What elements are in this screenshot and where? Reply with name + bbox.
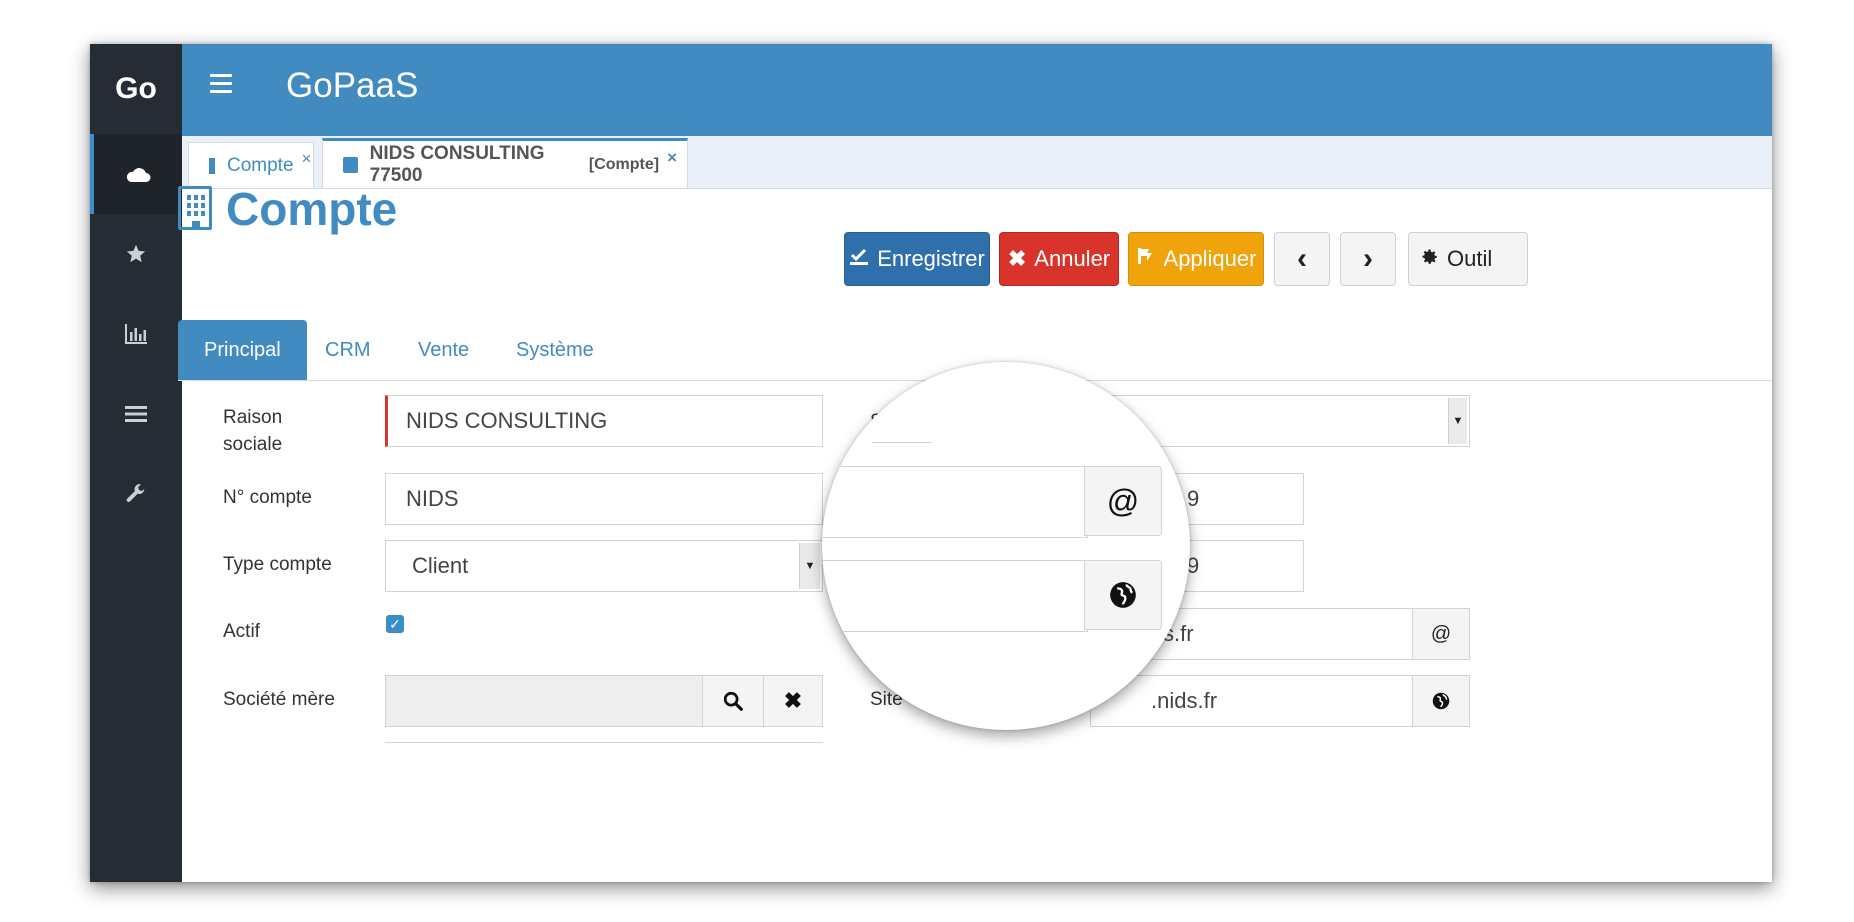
cloud-icon xyxy=(126,168,151,182)
globe-icon xyxy=(1110,582,1136,608)
apply-label: Appliquer xyxy=(1163,246,1257,271)
page-title: Compte xyxy=(226,183,398,235)
phone-value: 9 xyxy=(1187,486,1200,511)
lens-email-input xyxy=(822,466,1088,538)
close-icon: ✖ xyxy=(783,688,803,713)
record-icon xyxy=(209,157,215,174)
sidebar: Go xyxy=(90,44,182,882)
doc-tab-suffix: [Compte] xyxy=(588,155,660,173)
site-input[interactable]: .nids.fr xyxy=(1090,675,1470,727)
numero-compte-label: N° compte xyxy=(223,487,312,508)
sidebar-item-settings[interactable] xyxy=(90,454,182,534)
numero-compte-value: NIDS xyxy=(406,486,459,511)
site-value: .nids.fr xyxy=(1151,688,1218,713)
sidebar-item-menu[interactable] xyxy=(90,374,182,454)
tab-crm[interactable]: CRM xyxy=(325,320,371,380)
dropdown-arrow-icon: ▼ xyxy=(1448,398,1467,444)
at-icon: @ xyxy=(1430,622,1452,645)
doc-tab-nids-consulting[interactable]: NIDS CONSULTING 77500 [Compte] × xyxy=(322,138,688,188)
hamburger-menu-icon[interactable] xyxy=(210,74,232,98)
doc-tab-label: Compte xyxy=(227,154,294,176)
top-bar: GoPaaS xyxy=(182,44,1772,136)
numero-compte-input[interactable]: NIDS xyxy=(385,473,823,525)
apply-button[interactable]: Appliquer xyxy=(1128,232,1264,286)
email-button[interactable]: @ xyxy=(1412,608,1470,660)
cancel-button[interactable]: ✖ Annuler xyxy=(999,232,1119,286)
chevron-left-icon: ‹ xyxy=(1297,242,1307,275)
tab-vente[interactable]: Vente xyxy=(418,320,469,380)
record-icon xyxy=(343,156,358,173)
actif-label: Actif xyxy=(223,621,260,642)
wrench-icon xyxy=(126,484,145,502)
app-title: GoPaaS xyxy=(286,66,419,105)
tools-menu-button[interactable]: Outil xyxy=(1408,232,1528,286)
lens-website-button xyxy=(1084,560,1162,630)
previous-record-button[interactable]: ‹ xyxy=(1274,232,1330,286)
societe-mere-input[interactable]: ✖ xyxy=(385,675,823,727)
at-icon: @ xyxy=(1106,482,1140,519)
search-icon xyxy=(723,691,743,711)
raison-sociale-value: NIDS CONSULTING xyxy=(406,408,608,433)
lens-email-button: @ xyxy=(1084,466,1162,536)
search-button[interactable] xyxy=(702,675,764,727)
save-check-icon xyxy=(849,246,869,272)
actif-checkbox[interactable]: ✓ xyxy=(386,615,404,633)
lens-field-edge xyxy=(872,442,932,443)
close-icon[interactable]: × xyxy=(302,149,312,169)
next-record-button[interactable]: › xyxy=(1340,232,1396,286)
type-compte-value: Client xyxy=(412,553,469,578)
apply-icon xyxy=(1136,246,1156,272)
tab-principal[interactable]: Principal xyxy=(178,320,307,380)
sidebar-item-reports[interactable] xyxy=(90,294,182,374)
star-icon xyxy=(126,244,146,263)
tools-label: Outil xyxy=(1447,246,1493,271)
building-icon xyxy=(178,186,212,230)
chevron-right-icon: › xyxy=(1363,242,1373,275)
raison-sociale-label: Raison sociale xyxy=(223,407,283,455)
next-field-edge xyxy=(385,742,823,743)
globe-icon xyxy=(1432,692,1450,710)
sidebar-item-cloud[interactable] xyxy=(90,134,182,214)
societe-mere-label: Société mère xyxy=(223,689,335,710)
tab-systeme[interactable]: Système xyxy=(516,320,594,380)
gear-icon xyxy=(1421,246,1439,272)
website-button[interactable] xyxy=(1412,675,1470,727)
sidebar-item-favorites[interactable] xyxy=(90,214,182,294)
bar-chart-icon xyxy=(125,324,147,344)
doc-tab-label: NIDS CONSULTING 77500 xyxy=(369,142,545,186)
save-button[interactable]: Enregistrer xyxy=(844,232,990,286)
document-tab-strip: Compte × NIDS CONSULTING 77500 [Compte] … xyxy=(182,136,1772,189)
close-icon[interactable]: × xyxy=(667,148,677,168)
type-compte-select[interactable]: Client ▼ xyxy=(385,540,823,592)
list-icon xyxy=(125,406,147,422)
cancel-label: Annuler xyxy=(1034,246,1111,271)
type-compte-label: Type compte xyxy=(223,554,332,575)
lens-site-input xyxy=(822,560,1088,632)
magnifier-lens: @ xyxy=(822,362,1190,730)
clear-button[interactable]: ✖ xyxy=(763,675,823,727)
dropdown-arrow-icon: ▼ xyxy=(799,543,820,589)
app-logo[interactable]: Go xyxy=(90,44,182,134)
raison-sociale-input[interactable]: NIDS CONSULTING xyxy=(385,395,823,447)
cancel-x-icon: ✖ xyxy=(1007,246,1027,271)
save-label: Enregistrer xyxy=(877,246,985,271)
